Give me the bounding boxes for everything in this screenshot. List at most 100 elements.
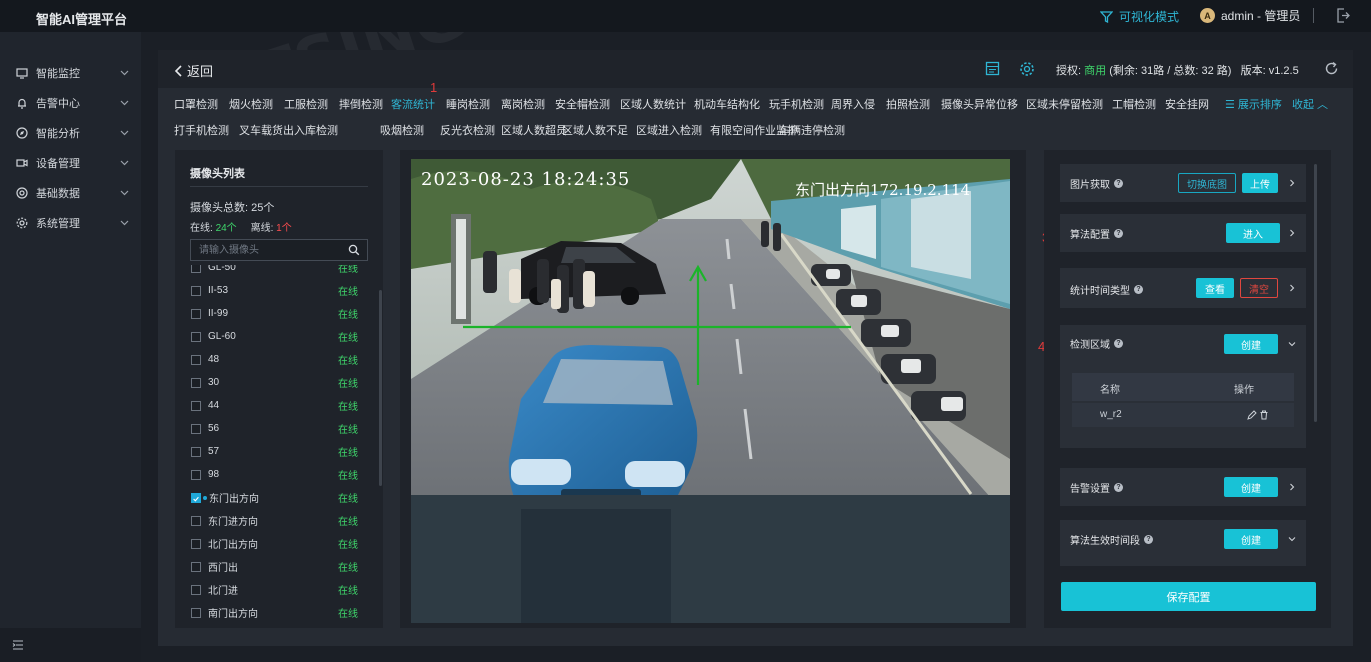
tab-algorithm[interactable]: 睡岗检测 xyxy=(446,96,490,112)
camera-list-item[interactable]: II-53 在线 xyxy=(190,279,368,302)
clear-button[interactable]: 清空 xyxy=(1240,278,1278,298)
display-sort-link[interactable]: ☰ 展示排序 xyxy=(1225,96,1282,112)
tab-algorithm[interactable]: 周界入侵 xyxy=(831,96,875,112)
sidebar-item-basedata[interactable]: 基础数据 xyxy=(0,178,141,208)
logout-icon[interactable] xyxy=(1336,8,1350,23)
camera-list-item[interactable]: 西门出 在线 xyxy=(190,555,368,578)
tab-algorithm[interactable]: 叉车载货出入库检测 xyxy=(239,122,338,138)
sidebar-item-monitor[interactable]: 智能监控 xyxy=(0,58,141,88)
camera-checkbox[interactable] xyxy=(191,308,201,319)
camera-list-item[interactable]: 东门出方向 在线 xyxy=(190,486,368,509)
delete-icon[interactable] xyxy=(1259,410,1269,420)
tab-algorithm[interactable]: 区域人数统计 xyxy=(620,96,686,112)
camera-list-item[interactable]: 南门出方向 在线 xyxy=(190,601,368,623)
switch-background-button[interactable]: 切换底图 xyxy=(1178,173,1236,193)
camera-checkbox[interactable] xyxy=(191,492,201,503)
chevron-down-icon[interactable] xyxy=(1288,340,1296,348)
help-icon[interactable]: ? xyxy=(1114,483,1123,492)
create-alarm-button[interactable]: 创建 xyxy=(1224,477,1278,497)
camera-checkbox[interactable] xyxy=(191,377,201,388)
help-icon[interactable]: ? xyxy=(1114,339,1123,348)
enter-algo-button[interactable]: 进入 xyxy=(1226,223,1280,243)
help-icon[interactable]: ? xyxy=(1114,229,1123,238)
tab-algorithm[interactable]: 工帽检测 xyxy=(1112,96,1156,112)
search-icon[interactable] xyxy=(348,244,360,256)
camera-checkbox[interactable] xyxy=(191,584,201,595)
chevron-right-icon[interactable] xyxy=(1288,229,1296,237)
camera-checkbox[interactable] xyxy=(191,607,201,618)
camera-list-item[interactable]: 98 在线 xyxy=(190,463,368,486)
menu-collapse-icon[interactable] xyxy=(12,640,24,650)
back-button[interactable]: 返回 xyxy=(174,61,213,80)
camera-list-item[interactable]: 48 在线 xyxy=(190,348,368,371)
camera-search-input[interactable] xyxy=(190,239,368,261)
layout-icon[interactable] xyxy=(985,61,1000,76)
sidebar-item-alarm[interactable]: 告警中心 xyxy=(0,88,141,118)
tab-algorithm[interactable]: 打手机检测 xyxy=(174,122,229,138)
view-button[interactable]: 查看 xyxy=(1196,278,1234,298)
tab-algorithm[interactable]: 安全帽检测 xyxy=(555,96,610,112)
upload-button[interactable]: 上传 xyxy=(1242,173,1278,193)
help-icon[interactable]: ? xyxy=(1144,535,1153,544)
camera-list-item[interactable]: 东门进方向 在线 xyxy=(190,509,368,532)
camera-checkbox[interactable] xyxy=(191,515,201,526)
chevron-right-icon[interactable] xyxy=(1288,179,1296,187)
tab-algorithm[interactable]: 摄像头异常位移 xyxy=(941,96,1018,112)
create-time-button[interactable]: 创建 xyxy=(1224,529,1278,549)
camera-list-item[interactable]: 56 在线 xyxy=(190,417,368,440)
help-icon[interactable]: ? xyxy=(1114,179,1123,188)
camera-list-item[interactable]: GL-60 在线 xyxy=(190,325,368,348)
camera-list-item[interactable]: 30 在线 xyxy=(190,371,368,394)
sidebar-item-devices[interactable]: 设备管理 xyxy=(0,148,141,178)
user-menu[interactable]: A admin - 管理员 xyxy=(1200,7,1300,24)
tab-algorithm[interactable]: 区域进入检测 xyxy=(636,122,702,138)
tab-algorithm[interactable]: 反光衣检测 xyxy=(440,122,495,138)
sidebar-item-analysis[interactable]: 智能分析 xyxy=(0,118,141,148)
camera-list-item[interactable]: GL-50 在线 xyxy=(190,265,368,279)
chevron-right-icon[interactable] xyxy=(1288,483,1296,491)
collapse-tabs-link[interactable]: 收起 ︿ xyxy=(1292,96,1328,112)
camera-checkbox[interactable] xyxy=(191,354,201,365)
chevron-right-icon[interactable] xyxy=(1288,284,1296,292)
camera-list-item[interactable]: II-99 在线 xyxy=(190,302,368,325)
save-config-button[interactable]: 保存配置 xyxy=(1061,582,1316,611)
camera-list-item[interactable]: 44 在线 xyxy=(190,394,368,417)
camera-checkbox[interactable] xyxy=(191,400,201,411)
camera-checkbox[interactable] xyxy=(191,265,201,273)
refresh-icon[interactable] xyxy=(1324,61,1339,76)
camera-checkbox[interactable] xyxy=(191,538,201,549)
tab-algorithm[interactable]: 口罩检测 xyxy=(174,96,218,112)
tab-algorithm[interactable]: 区域人数超员 xyxy=(501,122,567,138)
camera-list-item[interactable]: 北门出方向 在线 xyxy=(190,532,368,555)
tab-algorithm[interactable]: 安全挂网 xyxy=(1165,96,1209,112)
tab-algorithm[interactable]: 拍照检测 xyxy=(886,96,930,112)
config-scrollbar[interactable] xyxy=(1314,164,1317,422)
settings-gear-icon[interactable] xyxy=(1019,61,1035,77)
sidebar-item-system[interactable]: 系统管理 xyxy=(0,208,141,238)
tab-algorithm[interactable]: 摔倒检测 xyxy=(339,96,383,112)
chevron-down-icon[interactable] xyxy=(1288,535,1296,543)
create-region-button[interactable]: 创建 xyxy=(1224,334,1278,354)
tab-algorithm[interactable]: 工服检测 xyxy=(284,96,328,112)
camera-video-frame[interactable]: 2023-08-23 18:24:35 东门出方向172.19.2.114 xyxy=(411,159,1010,623)
tab-algorithm[interactable]: 区域未停留检测 xyxy=(1026,96,1103,112)
camera-list-item[interactable]: 北门进 在线 xyxy=(190,578,368,601)
edit-icon[interactable] xyxy=(1247,410,1257,420)
camera-checkbox[interactable] xyxy=(191,446,201,457)
camera-list-item[interactable]: 57 在线 xyxy=(190,440,368,463)
camera-checkbox[interactable] xyxy=(191,469,201,480)
camera-checkbox[interactable] xyxy=(191,423,201,434)
tab-algorithm[interactable]: 机动车结构化 xyxy=(694,96,760,112)
tab-algorithm[interactable]: 离岗检测 xyxy=(501,96,545,112)
visualization-mode-link[interactable]: 可视化模式 xyxy=(1100,8,1179,25)
camera-checkbox[interactable] xyxy=(191,561,201,572)
tab-algorithm[interactable]: 客流统计 xyxy=(391,96,435,112)
tab-algorithm[interactable]: 吸烟检测 xyxy=(380,122,424,138)
camera-checkbox[interactable] xyxy=(191,285,201,296)
tab-algorithm[interactable]: 烟火检测 xyxy=(229,96,273,112)
camera-list-scrollbar[interactable] xyxy=(379,290,382,486)
tab-algorithm[interactable]: 玩手机检测 xyxy=(769,96,824,112)
help-icon[interactable]: ? xyxy=(1134,285,1143,294)
tab-algorithm[interactable]: 区域人数不足 xyxy=(562,122,628,138)
camera-checkbox[interactable] xyxy=(191,331,201,342)
